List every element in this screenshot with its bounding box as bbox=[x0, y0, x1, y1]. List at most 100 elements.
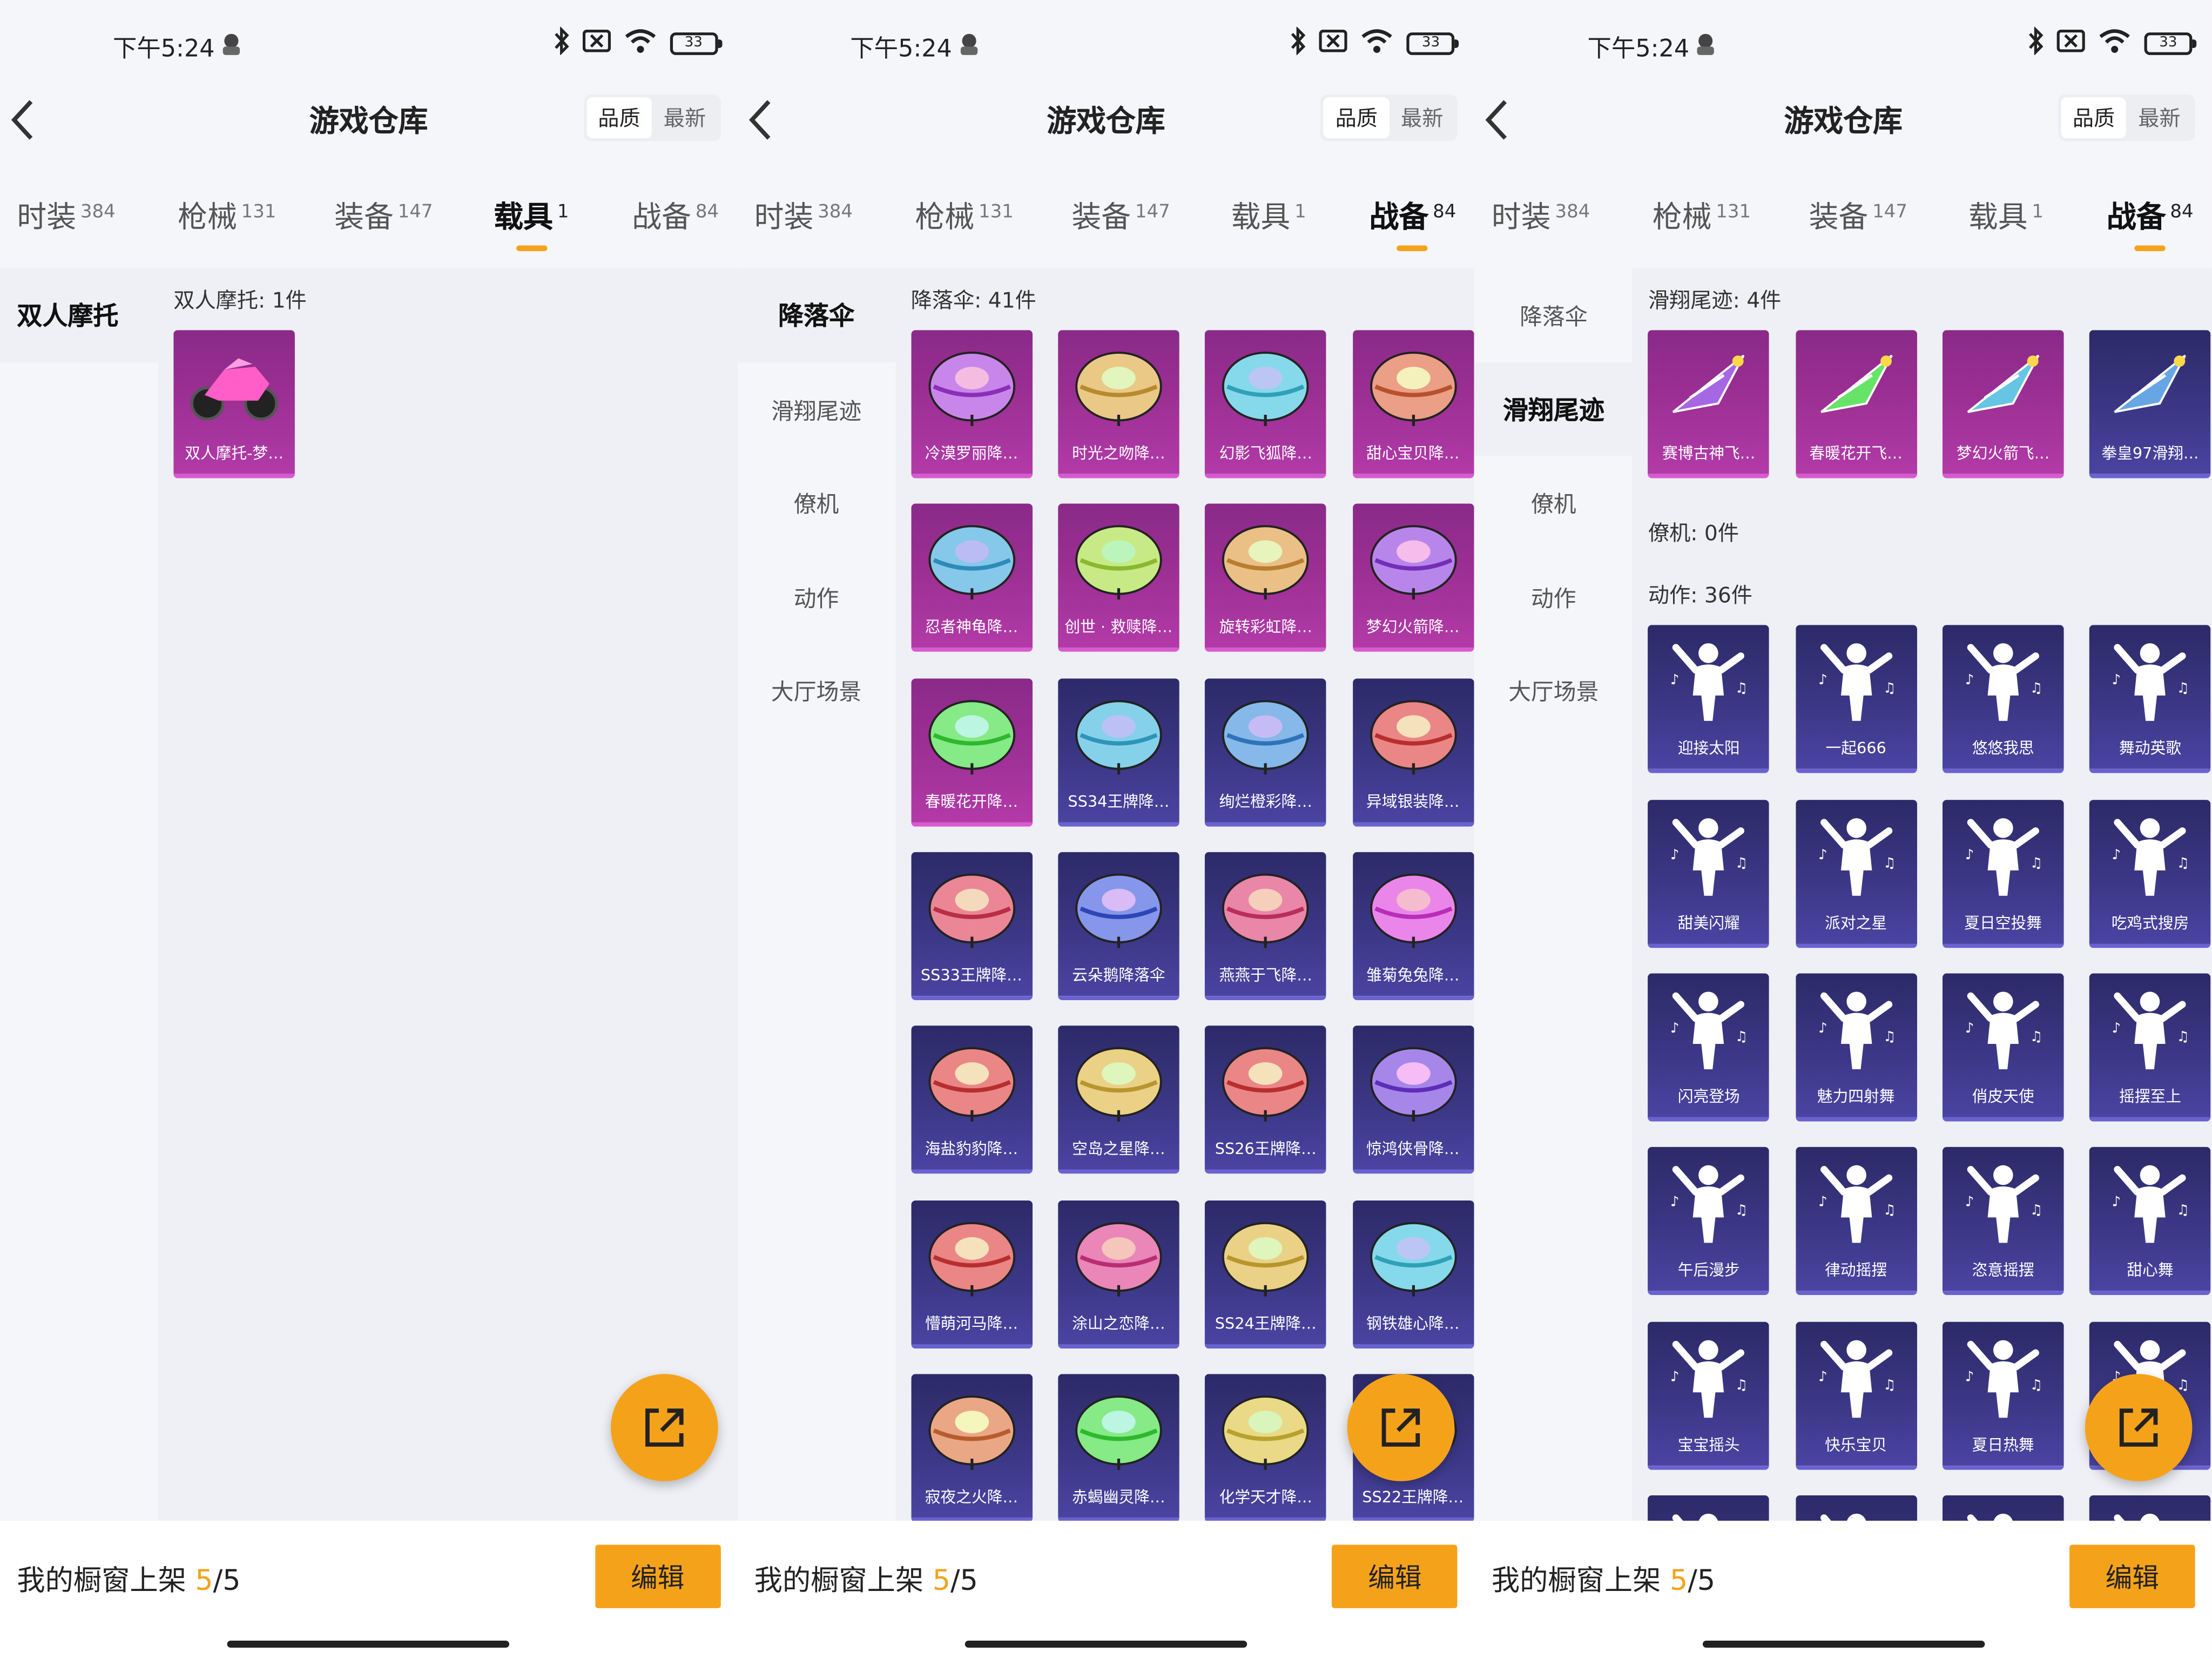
item-card[interactable]: 冷漠罗丽降… bbox=[911, 330, 1033, 478]
item-card[interactable]: ♪ ♫ 律动摇摆 bbox=[1795, 1147, 1917, 1296]
sort-toggle[interactable]: 品质 最新 bbox=[1320, 95, 1458, 141]
sidebar-item[interactable]: 双人摩托 bbox=[0, 268, 158, 362]
home-indicator[interactable] bbox=[1702, 1640, 1985, 1648]
sidebar-item[interactable]: 滑翔尾迹 bbox=[737, 362, 895, 456]
item-card[interactable]: ♪ ♫ 俏皮天使 bbox=[1942, 973, 2064, 1122]
sidebar-item[interactable]: 僚机 bbox=[737, 456, 895, 550]
item-card[interactable]: ♪ ♫ 甜心舞 bbox=[2089, 1147, 2211, 1296]
item-card[interactable]: ♪ ♫ 迎接太阳 bbox=[1648, 625, 1770, 774]
sort-latest-button[interactable]: 最新 bbox=[652, 97, 717, 138]
item-card[interactable]: ♪ ♫ 快乐宝贝 bbox=[1795, 1321, 1917, 1469]
item-card[interactable]: ♪ ♫ 恣意摇摆 bbox=[1942, 1147, 2064, 1296]
share-button[interactable] bbox=[1347, 1374, 1455, 1481]
item-card[interactable]: 涂山之恋降… bbox=[1058, 1199, 1179, 1348]
item-card[interactable]: 时光之吻降… bbox=[1058, 330, 1179, 478]
sidebar-item[interactable]: 大厅场景 bbox=[737, 643, 895, 737]
tab-4[interactable]: 战备 84 bbox=[2107, 194, 2194, 251]
tab-4[interactable]: 战备 84 bbox=[632, 194, 719, 237]
item-card[interactable]: 旋转彩虹降… bbox=[1205, 504, 1327, 652]
item-card[interactable]: 梦幻火箭飞… bbox=[1942, 330, 2064, 478]
item-card[interactable]: SS34王牌降… bbox=[1058, 678, 1179, 826]
tab-0[interactable]: 时装 384 bbox=[1492, 194, 1590, 237]
item-card[interactable]: 赤蝎幽灵降… bbox=[1058, 1373, 1179, 1521]
sort-quality-button[interactable]: 品质 bbox=[586, 97, 652, 138]
item-card[interactable]: ♪ ♫ 魅力四射舞 bbox=[1795, 973, 1917, 1122]
item-card[interactable]: ♪ ♫ 夏日空投舞 bbox=[1942, 799, 2064, 948]
share-button[interactable] bbox=[610, 1374, 718, 1481]
item-card[interactable]: ♪ ♫ 派对之星 bbox=[1795, 799, 1917, 948]
sidebar-item[interactable]: 降落伞 bbox=[1475, 268, 1633, 362]
item-card[interactable]: ♪♫ bbox=[1795, 1495, 1917, 1521]
item-card[interactable]: ♪ ♫ 悠悠我思 bbox=[1942, 625, 2064, 774]
tab-2[interactable]: 装备 147 bbox=[1071, 194, 1170, 237]
item-card[interactable]: ♪ ♫ 闪亮登场 bbox=[1648, 973, 1770, 1122]
item-card[interactable]: 雏菊兔兔降… bbox=[1352, 852, 1474, 1000]
item-card[interactable]: 寂夜之火降… bbox=[911, 1373, 1033, 1521]
item-name: 时光之吻降… bbox=[1072, 444, 1165, 463]
tab-0[interactable]: 时装 384 bbox=[754, 194, 853, 237]
sort-quality-button[interactable]: 品质 bbox=[2061, 97, 2127, 138]
edit-button[interactable]: 编辑 bbox=[2069, 1545, 2195, 1608]
item-card[interactable]: 海盐豹豹降… bbox=[911, 1026, 1033, 1174]
item-card[interactable]: ♪ ♫ 摇摆至上 bbox=[2089, 973, 2211, 1122]
item-card[interactable]: ♪ ♫ 夏日热舞 bbox=[1942, 1321, 2064, 1469]
sort-latest-button[interactable]: 最新 bbox=[2127, 97, 2192, 138]
home-indicator[interactable] bbox=[965, 1640, 1247, 1648]
tab-1[interactable]: 枪械 131 bbox=[178, 194, 276, 237]
tab-3[interactable]: 载具 1 bbox=[1231, 194, 1306, 237]
sort-toggle[interactable]: 品质 最新 bbox=[583, 95, 720, 141]
item-card[interactable]: SS24王牌降… bbox=[1205, 1199, 1327, 1348]
sidebar-item[interactable]: 降落伞 bbox=[737, 268, 895, 362]
item-card[interactable]: SS26王牌降… bbox=[1205, 1026, 1327, 1174]
item-card[interactable]: 空岛之星降… bbox=[1058, 1026, 1179, 1174]
item-card[interactable]: 懵萌河马降… bbox=[911, 1199, 1033, 1348]
item-card[interactable]: ♪ ♫ 宝宝摇头 bbox=[1648, 1321, 1770, 1469]
item-card[interactable]: 化学天才降… bbox=[1205, 1373, 1327, 1521]
sort-latest-button[interactable]: 最新 bbox=[1390, 97, 1455, 138]
tab-2[interactable]: 装备 147 bbox=[334, 194, 433, 237]
sidebar-item[interactable]: 大厅场景 bbox=[1475, 643, 1633, 737]
item-card[interactable]: ♪ ♫ 午后漫步 bbox=[1648, 1147, 1770, 1296]
tab-3[interactable]: 载具 1 bbox=[1968, 194, 2044, 237]
tab-1[interactable]: 枪械 131 bbox=[1653, 194, 1751, 237]
item-card[interactable]: 赛博古神飞… bbox=[1648, 330, 1770, 478]
item-card[interactable]: 绚烂橙彩降… bbox=[1205, 678, 1327, 826]
item-card[interactable]: ♪♫ bbox=[1942, 1495, 2064, 1521]
item-card[interactable]: ♪ ♫ 甜美闪耀 bbox=[1648, 799, 1770, 948]
item-card[interactable]: 春暖花开飞… bbox=[1795, 330, 1917, 478]
item-card[interactable]: 双人摩托-梦… bbox=[173, 330, 295, 478]
share-button[interactable] bbox=[2085, 1374, 2193, 1481]
edit-button[interactable]: 编辑 bbox=[1332, 1545, 1458, 1608]
tab-2[interactable]: 装备 147 bbox=[1809, 194, 1907, 237]
sidebar-item[interactable]: 滑翔尾迹 bbox=[1474, 362, 1633, 456]
sort-quality-button[interactable]: 品质 bbox=[1324, 97, 1390, 138]
tab-3[interactable]: 载具 1 bbox=[494, 194, 569, 251]
sidebar-item[interactable]: 动作 bbox=[737, 549, 895, 643]
sidebar-item[interactable]: 僚机 bbox=[1475, 456, 1633, 550]
edit-button[interactable]: 编辑 bbox=[595, 1545, 720, 1608]
item-card[interactable]: ♪♫ bbox=[2089, 1495, 2211, 1521]
item-card[interactable]: SS33王牌降… bbox=[911, 852, 1033, 1000]
item-card[interactable]: ♪♫ bbox=[1648, 1495, 1770, 1521]
item-card[interactable]: 幻影飞狐降… bbox=[1205, 330, 1327, 478]
item-card[interactable]: 钢铁雄心降… bbox=[1352, 1199, 1474, 1348]
item-card[interactable]: 惊鸿侠骨降… bbox=[1352, 1026, 1474, 1174]
tab-4[interactable]: 战备 84 bbox=[1370, 194, 1456, 251]
item-card[interactable]: 燕燕于飞降… bbox=[1205, 852, 1327, 1000]
sort-toggle[interactable]: 品质 最新 bbox=[2058, 95, 2195, 141]
tab-0[interactable]: 时装 384 bbox=[17, 194, 115, 237]
item-card[interactable]: 甜心宝贝降… bbox=[1352, 330, 1474, 478]
item-card[interactable]: 云朵鹅降落伞 bbox=[1058, 852, 1179, 1000]
item-card[interactable]: 春暖花开降… bbox=[911, 678, 1033, 826]
item-card[interactable]: ♪ ♫ 舞动英歌 bbox=[2089, 625, 2211, 774]
item-card[interactable]: 忍者神龟降… bbox=[911, 504, 1033, 652]
item-card[interactable]: 异域银装降… bbox=[1352, 678, 1474, 826]
item-card[interactable]: 创世 · 救赎降… bbox=[1058, 504, 1179, 652]
item-card[interactable]: ♪ ♫ 一起666 bbox=[1795, 625, 1917, 774]
item-card[interactable]: ♪ ♫ 吃鸡式搜房 bbox=[2089, 799, 2211, 948]
tab-1[interactable]: 枪械 131 bbox=[915, 194, 1013, 237]
item-card[interactable]: 梦幻火箭降… bbox=[1352, 504, 1474, 652]
home-indicator[interactable] bbox=[227, 1640, 510, 1648]
item-card[interactable]: 拳皇97滑翔… bbox=[2089, 330, 2211, 478]
sidebar-item[interactable]: 动作 bbox=[1475, 549, 1633, 643]
